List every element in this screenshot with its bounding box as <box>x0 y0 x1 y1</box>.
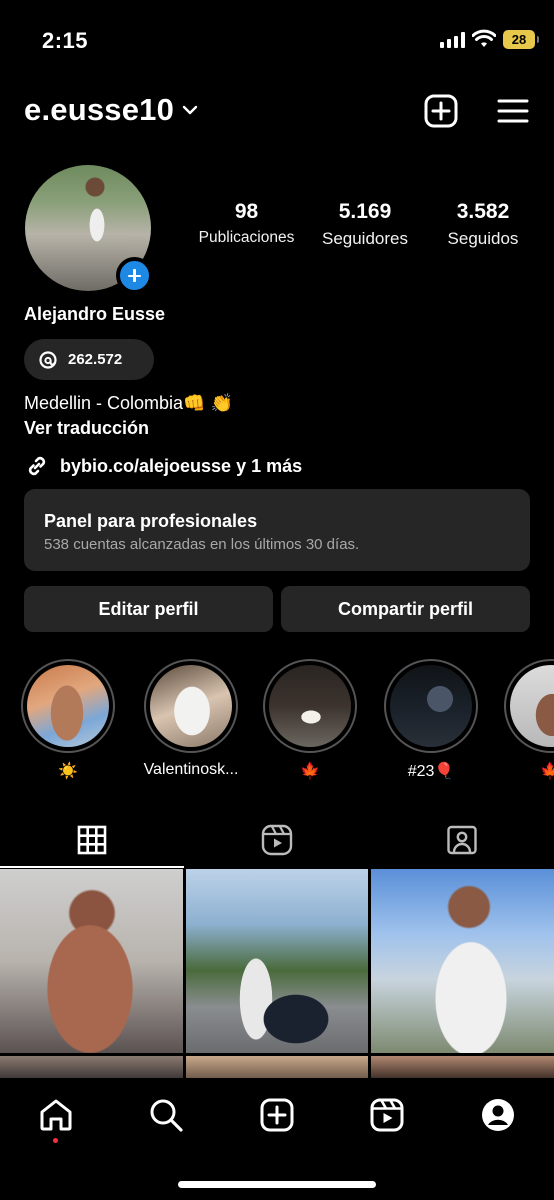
stat-following-label: Seguidos <box>447 229 519 248</box>
reels-icon <box>261 824 293 856</box>
bio-text: Medellin - Colombia👊 👏 <box>24 393 233 413</box>
pro-panel-title: Panel para profesionales <box>44 511 258 531</box>
stat-posts-value: 98 <box>234 200 259 223</box>
create-post-icon[interactable] <box>424 94 458 128</box>
menu-icon[interactable] <box>497 98 529 124</box>
pro-panel-subtitle: 538 cuentas alcanzadas en los últimos 30… <box>44 536 360 553</box>
tab-tagged[interactable] <box>370 812 554 868</box>
nav-home[interactable] <box>36 1095 76 1135</box>
add-story-icon[interactable] <box>116 257 153 294</box>
stat-followers[interactable]: 5.169 Seguidores <box>313 200 417 249</box>
highlight-caption: 🍁 <box>300 763 320 780</box>
notification-dot <box>53 1138 58 1143</box>
highlight-caption: 🍁 <box>540 763 554 780</box>
username: e.eusse10 <box>24 92 175 127</box>
wifi-icon <box>472 29 496 47</box>
tab-selected-indicator <box>0 866 184 868</box>
threads-count: 262.572 <box>68 351 123 368</box>
nav-reels[interactable] <box>367 1095 407 1135</box>
status-time: 2:15 <box>42 28 89 53</box>
see-translation-link[interactable]: Ver traducción <box>24 418 149 439</box>
highlight-caption: Valentinosk... <box>143 761 239 778</box>
nav-search[interactable] <box>146 1095 186 1135</box>
tagged-icon <box>447 825 477 855</box>
profile-link-text: bybio.co/alejoeusse y 1 más <box>60 455 303 476</box>
status-bar: 2:15 28 <box>0 0 554 80</box>
reels-icon <box>370 1098 404 1132</box>
post-thumbnail[interactable] <box>0 1056 183 1080</box>
threads-icon <box>39 350 57 369</box>
highlight-cover <box>390 665 472 747</box>
nav-create[interactable] <box>257 1095 297 1135</box>
highlight-cover <box>510 665 554 747</box>
stat-followers-label: Seguidores <box>321 229 408 248</box>
search-icon <box>150 1099 183 1132</box>
post-thumbnail[interactable] <box>186 1056 368 1080</box>
full-name: Alejandro Eusse <box>24 304 166 324</box>
home-icon <box>40 1099 72 1131</box>
highlight-item[interactable]: ☀️ <box>20 659 116 781</box>
highlight-item[interactable]: #23🎈 <box>383 659 479 781</box>
stat-posts-label: Publicaciones <box>198 229 295 246</box>
tab-grid[interactable] <box>0 812 184 868</box>
tab-reels[interactable] <box>185 812 369 868</box>
stat-posts[interactable]: 98 Publicaciones <box>194 200 299 247</box>
highlight-item[interactable]: Valentinosk... <box>141 659 241 779</box>
threads-badge[interactable]: 262.572 <box>24 339 154 380</box>
post-thumbnail[interactable] <box>0 869 183 1053</box>
stat-following[interactable]: 3.582 Seguidos <box>436 200 530 249</box>
highlight-cover <box>150 665 232 747</box>
professional-dashboard[interactable]: Panel para profesionales 538 cuentas alc… <box>24 489 530 571</box>
highlight-item[interactable]: 🍁 <box>504 659 554 781</box>
post-thumbnail[interactable] <box>371 1056 554 1080</box>
link-icon <box>28 456 46 476</box>
profile-icon <box>482 1099 514 1131</box>
create-icon <box>260 1098 294 1132</box>
highlight-cover <box>269 665 351 747</box>
stat-following-value: 3.582 <box>456 200 510 223</box>
nav-profile[interactable] <box>478 1095 518 1135</box>
post-thumbnail[interactable] <box>371 869 554 1053</box>
chevron-down-icon <box>182 105 198 115</box>
post-thumbnail[interactable] <box>186 869 368 1053</box>
grid-icon <box>77 825 107 855</box>
profile-link[interactable]: bybio.co/alejoeusse y 1 más <box>24 453 302 479</box>
edit-profile-button[interactable]: Editar perfil <box>24 586 273 632</box>
highlight-item[interactable]: 🍁 <box>262 659 358 781</box>
home-indicator <box>178 1181 376 1188</box>
highlight-caption: ☀️ <box>58 763 78 780</box>
stat-followers-value: 5.169 <box>338 200 392 223</box>
highlight-cover <box>27 665 109 747</box>
profile-username-switcher[interactable]: e.eusse10 <box>24 92 198 128</box>
highlight-caption: #23🎈 <box>407 763 455 780</box>
battery-icon: 28 <box>503 30 539 49</box>
cellular-signal-icon <box>440 32 465 48</box>
share-profile-button[interactable]: Compartir perfil <box>281 586 530 632</box>
